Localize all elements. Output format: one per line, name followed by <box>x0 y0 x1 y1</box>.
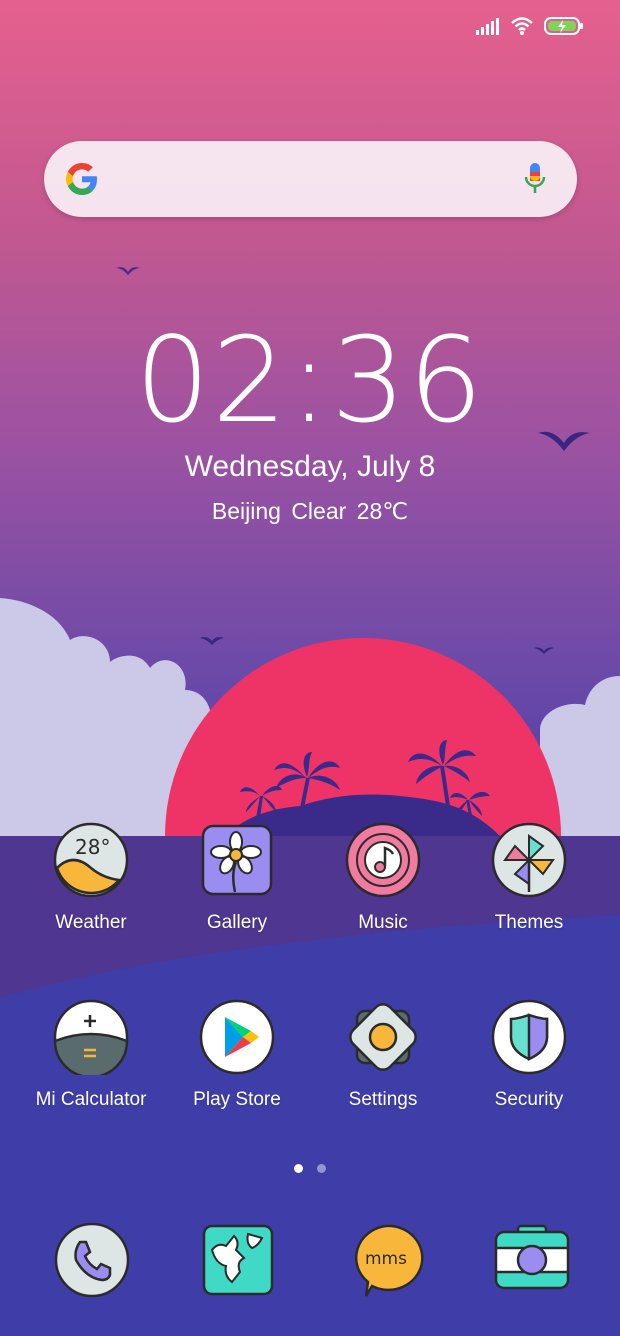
app-label: Mi Calculator <box>35 1089 147 1110</box>
app-label: Settings <box>348 1089 418 1110</box>
status-bar <box>476 16 584 36</box>
microphone-icon[interactable] <box>523 162 547 196</box>
maps-icon[interactable] <box>198 1220 278 1300</box>
app-label: Security <box>494 1089 564 1110</box>
security-icon <box>491 999 567 1075</box>
google-g-icon <box>66 163 97 195</box>
clock-date[interactable]: Wednesday, July 8 <box>0 450 620 484</box>
signal-bars-icon <box>476 18 499 35</box>
app-themes[interactable]: Themes <box>456 822 602 934</box>
clock-weather[interactable]: Beijing Clear 28℃ <box>0 498 620 525</box>
app-weather[interactable]: 28° Weather <box>18 822 164 934</box>
themes-icon <box>491 822 567 898</box>
messaging-icon[interactable]: mms <box>346 1220 426 1300</box>
app-label: Music <box>358 912 408 933</box>
app-gallery[interactable]: Gallery <box>164 822 310 934</box>
page-dot[interactable] <box>317 1164 327 1173</box>
music-icon <box>345 822 421 898</box>
search-bar[interactable] <box>44 141 577 217</box>
home-screen: 02:36 Wednesday, July 8 Beijing Clear 28… <box>0 0 620 1336</box>
battery-charging-icon <box>544 17 583 35</box>
phone-icon[interactable] <box>52 1220 132 1300</box>
svg-text:mms: mms <box>365 1249 407 1269</box>
app-label: Play Store <box>193 1089 281 1110</box>
app-label: Weather <box>55 912 127 933</box>
app-mi-calculator[interactable]: Mi Calculator <box>18 999 164 1111</box>
settings-icon <box>349 1003 417 1071</box>
app-music[interactable]: Music <box>310 822 456 934</box>
clock-time[interactable]: 02:36 <box>0 315 620 445</box>
app-settings[interactable]: Settings <box>310 999 456 1111</box>
app-label: Gallery <box>206 912 268 933</box>
weather-icon: 28° <box>53 822 129 898</box>
wifi-icon <box>511 17 533 35</box>
play-store-icon <box>199 999 275 1075</box>
gallery-icon <box>201 824 273 896</box>
camera-icon[interactable] <box>492 1220 572 1300</box>
page-dot-active[interactable] <box>293 1164 303 1173</box>
calculator-icon <box>53 999 129 1075</box>
app-play-store[interactable]: Play Store <box>164 999 310 1111</box>
page-indicator <box>0 1160 620 1178</box>
app-label: Themes <box>494 912 564 933</box>
app-security[interactable]: Security <box>456 999 602 1111</box>
svg-text:28°: 28° <box>75 835 110 859</box>
